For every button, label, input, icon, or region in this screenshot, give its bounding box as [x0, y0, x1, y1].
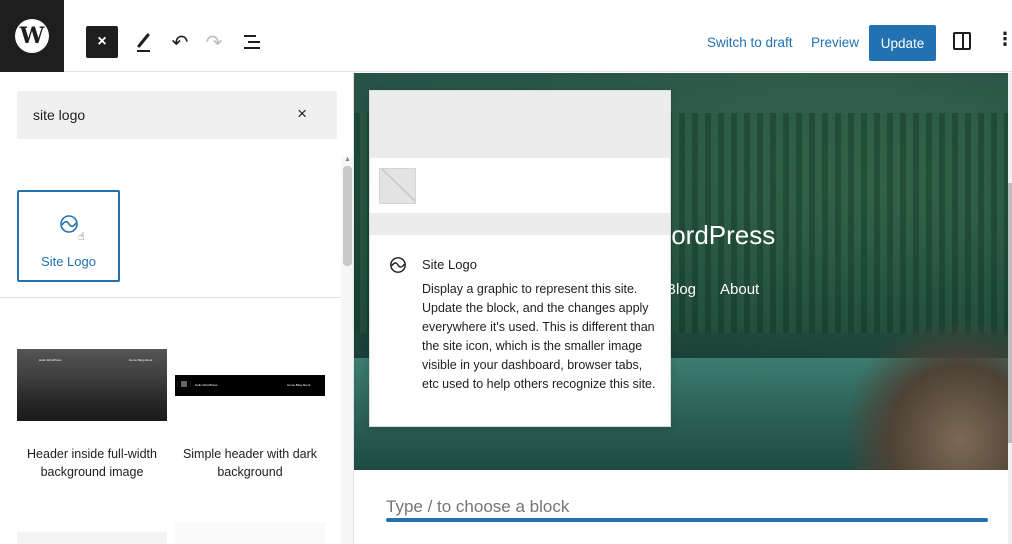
list-view-button[interactable] — [240, 26, 264, 58]
inserter-search: × — [17, 91, 337, 139]
undo-icon: ↶ — [171, 31, 189, 54]
tools-button[interactable] — [132, 26, 156, 58]
pencil-icon — [137, 33, 150, 52]
block-inserter-panel: × ☝ Site Logo Hello WordPress Home Blog … — [0, 73, 354, 544]
pattern-preview-dark-header[interactable]: Hello WordPress Home Blog About — [175, 375, 325, 396]
block-preview-popover: Site Logo Display a graphic to represent… — [369, 90, 671, 427]
scrollbar-thumb[interactable] — [343, 166, 352, 266]
pattern-preview[interactable] — [175, 522, 325, 544]
pattern-label: Simple header with dark background — [182, 447, 318, 479]
editor-header: W × ↶ ↷ Switch to draft Preview Update ⋮ — [0, 0, 1012, 72]
scrollbar-thumb[interactable] — [1008, 183, 1012, 443]
update-button[interactable]: Update — [869, 25, 936, 61]
hand-cursor-icon: ☝ — [78, 231, 85, 243]
undo-button[interactable]: ↶ — [168, 26, 192, 58]
switch-to-draft-button[interactable]: Switch to draft — [707, 35, 793, 50]
clear-search-icon[interactable]: × — [297, 104, 307, 124]
pattern-tiny-site-name: Hello WordPress — [39, 358, 62, 362]
redo-icon: ↷ — [205, 31, 223, 54]
appender-focus-line — [386, 518, 988, 522]
pattern-preview[interactable] — [17, 532, 167, 544]
pattern-tiny-logo — [181, 381, 187, 387]
canvas-scrollbar[interactable] — [1008, 73, 1012, 544]
pattern-tiny-site-name: Hello WordPress — [195, 383, 218, 387]
logo-placeholder-icon — [379, 168, 416, 204]
block-result-label: Site Logo — [41, 254, 96, 269]
close-inserter-button[interactable]: × — [86, 26, 118, 58]
pattern-label: Header inside full-width background imag… — [27, 447, 157, 479]
search-input[interactable] — [17, 91, 287, 139]
wordpress-logo-icon: W — [15, 19, 49, 53]
pattern-preview-header-full-width[interactable]: Hello WordPress Home Blog About — [17, 349, 167, 421]
site-logo-icon — [390, 257, 406, 273]
wordpress-logo-button[interactable]: W — [0, 0, 64, 72]
site-logo-icon — [60, 215, 78, 233]
site-title[interactable]: /ordPress — [664, 220, 775, 251]
block-result-site-logo[interactable]: ☝ Site Logo — [17, 190, 120, 282]
list-view-icon — [244, 35, 260, 49]
preview-title: Site Logo — [422, 257, 477, 272]
preview-button[interactable]: Preview — [811, 35, 859, 50]
inserter-scrollbar[interactable]: ▲ — [341, 156, 353, 544]
nav-item-about[interactable]: About — [720, 281, 759, 298]
close-icon: × — [97, 33, 107, 50]
scroll-up-arrow-icon: ▲ — [344, 156, 351, 163]
pattern-tiny-nav: Home Blog About — [129, 358, 153, 362]
pattern-tiny-nav: Home Blog About — [287, 383, 311, 387]
section-divider — [0, 297, 341, 298]
block-appender-placeholder[interactable]: Type / to choose a block — [386, 497, 569, 517]
redo-button[interactable]: ↷ — [202, 26, 226, 58]
settings-panel-icon[interactable] — [953, 32, 971, 50]
preview-description: Display a graphic to represent this site… — [422, 282, 656, 391]
more-options-icon[interactable]: ⋮ — [996, 30, 1012, 48]
